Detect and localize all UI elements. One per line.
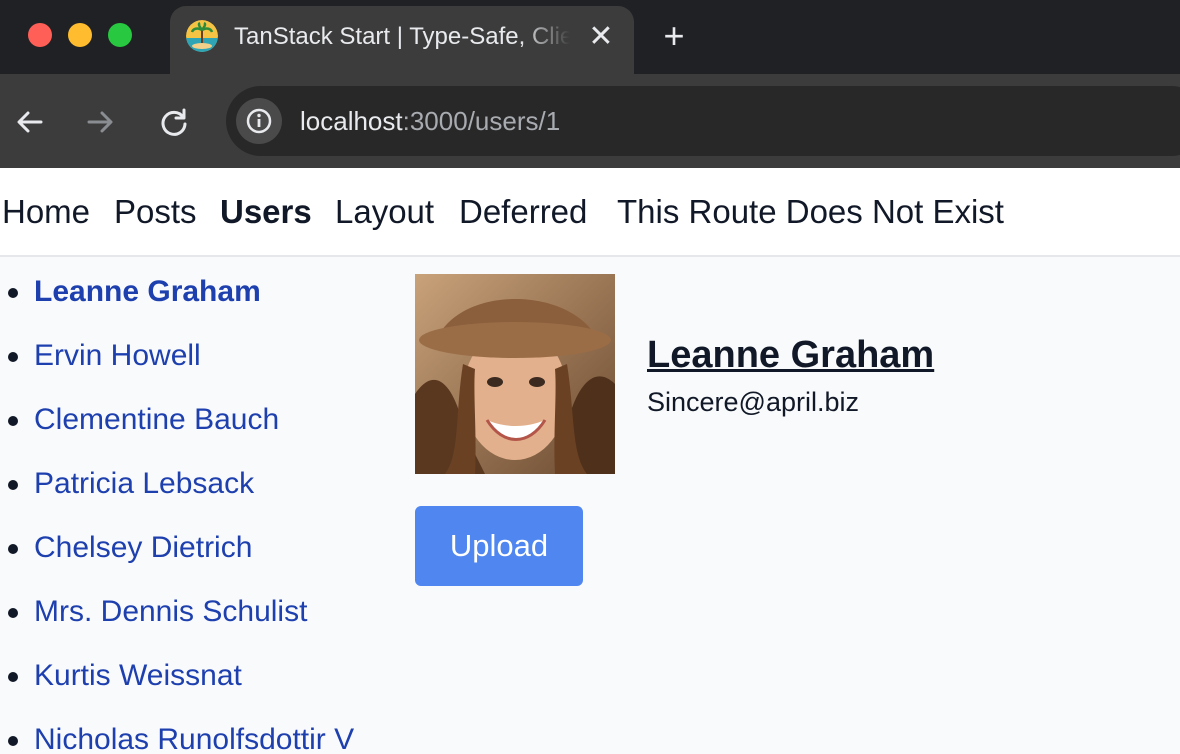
tab-title: TanStack Start | Type-Safe, Client-First… xyxy=(234,23,570,50)
bullet-icon xyxy=(8,672,18,682)
list-item: Nicholas Runolfsdottir V xyxy=(0,720,400,754)
close-icon[interactable]: ✕ xyxy=(584,20,618,54)
bullet-icon xyxy=(8,352,18,362)
avatar xyxy=(415,274,615,474)
nav-link-home[interactable]: Home xyxy=(2,190,90,234)
list-item: Leanne Graham xyxy=(0,272,400,312)
maximize-window-button[interactable] xyxy=(108,23,132,47)
user-link[interactable]: Mrs. Dennis Schulist xyxy=(34,592,307,632)
bullet-icon xyxy=(8,288,18,298)
nav-link-users[interactable]: Users xyxy=(220,190,312,234)
upload-button[interactable]: Upload xyxy=(415,506,583,586)
user-link[interactable]: Patricia Lebsack xyxy=(34,464,254,504)
top-navigation: Home Posts Users Layout Deferred This Ro… xyxy=(0,168,1180,257)
bullet-icon xyxy=(8,416,18,426)
bullet-icon xyxy=(8,608,18,618)
user-link[interactable]: Chelsey Dietrich xyxy=(34,528,252,568)
list-item: Mrs. Dennis Schulist xyxy=(0,592,400,632)
list-item: Clementine Bauch xyxy=(0,400,400,440)
site-info-icon[interactable] xyxy=(236,98,282,144)
page-content: Home Posts Users Layout Deferred This Ro… xyxy=(0,168,1180,754)
browser-tab[interactable]: TanStack Start | Type-Safe, Client-First… xyxy=(170,6,634,74)
url-host: localhost xyxy=(300,106,403,136)
profile-email: Sincere@april.biz xyxy=(647,387,859,417)
list-item: Kurtis Weissnat xyxy=(0,656,400,696)
bullet-icon xyxy=(8,544,18,554)
close-window-button[interactable] xyxy=(28,23,52,47)
browser-toolbar: localhost:3000/users/1 xyxy=(0,74,1180,168)
nav-link-posts[interactable]: Posts xyxy=(114,190,197,234)
plus-icon[interactable]: + xyxy=(654,16,694,56)
user-link[interactable]: Kurtis Weissnat xyxy=(34,656,242,696)
list-item: Chelsey Dietrich xyxy=(0,528,400,568)
user-link[interactable]: Ervin Howell xyxy=(34,336,201,376)
tanstack-favicon-icon xyxy=(186,20,218,52)
user-link[interactable]: Nicholas Runolfsdottir V xyxy=(34,720,354,754)
url-path: :3000/users/1 xyxy=(402,106,561,136)
nav-link-deferred[interactable]: Deferred xyxy=(459,190,587,234)
list-item: Ervin Howell xyxy=(0,336,400,376)
user-link[interactable]: Clementine Bauch xyxy=(34,400,279,440)
list-item: Patricia Lebsack xyxy=(0,464,400,504)
browser-tab-strip: TanStack Start | Type-Safe, Client-First… xyxy=(0,0,1180,74)
forward-arrow-icon[interactable] xyxy=(78,100,122,144)
user-link[interactable]: Leanne Graham xyxy=(34,272,261,312)
reload-icon[interactable] xyxy=(152,100,196,144)
profile-name[interactable]: Leanne Graham xyxy=(647,332,934,378)
url-text[interactable]: localhost:3000/users/1 xyxy=(300,102,560,140)
address-bar[interactable]: localhost:3000/users/1 xyxy=(226,86,1180,156)
nav-link-layout[interactable]: Layout xyxy=(335,190,434,234)
minimize-window-button[interactable] xyxy=(68,23,92,47)
bullet-icon xyxy=(8,480,18,490)
back-arrow-icon[interactable] xyxy=(8,100,52,144)
bullet-icon xyxy=(8,736,18,746)
nav-link-not-found[interactable]: This Route Does Not Exist xyxy=(617,190,1004,234)
